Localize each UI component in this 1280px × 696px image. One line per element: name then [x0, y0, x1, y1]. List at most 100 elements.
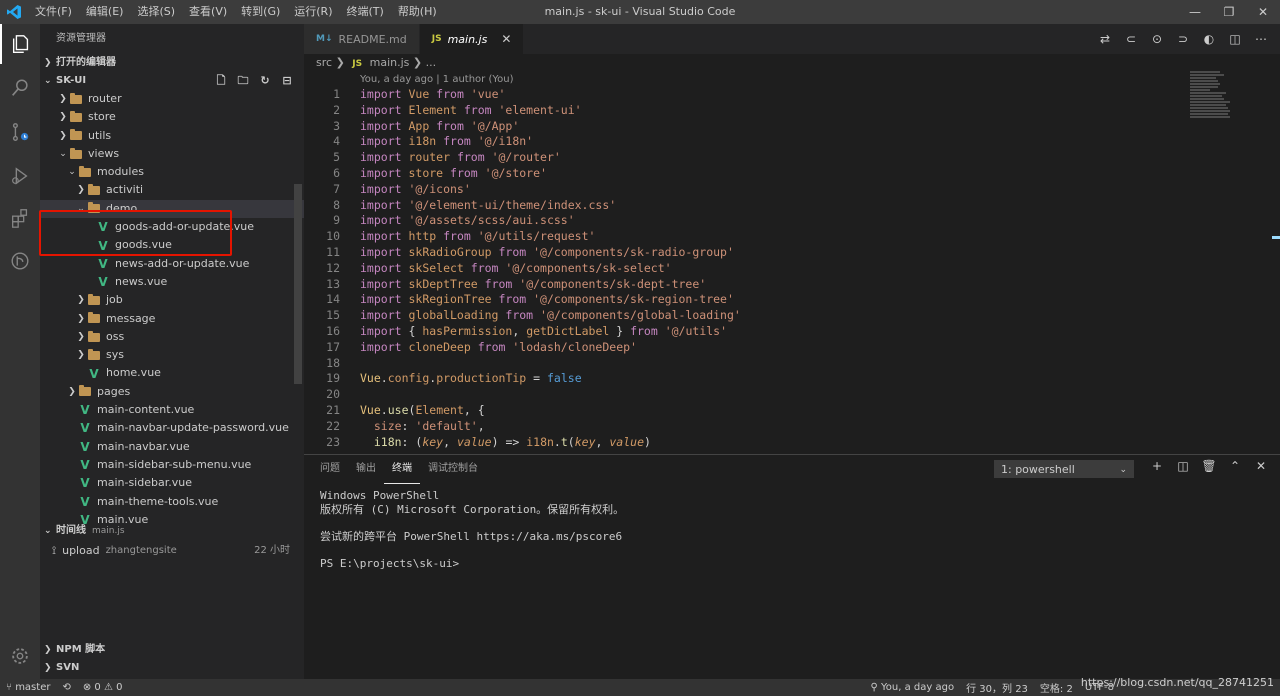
- tree-folder[interactable]: ❯ pages: [40, 383, 304, 401]
- previous-change-icon[interactable]: ⊂: [1118, 32, 1144, 46]
- code-token: config: [387, 371, 430, 386]
- sync-icon[interactable]: ⟲: [56, 682, 76, 693]
- minimap[interactable]: [1190, 70, 1230, 140]
- panel-tab[interactable]: 终端: [384, 455, 420, 484]
- compare-changes-icon[interactable]: ⇄: [1092, 32, 1118, 46]
- blame-status[interactable]: ⚲ You, a day ago: [865, 682, 961, 693]
- menu-item[interactable]: 编辑(E): [79, 0, 131, 24]
- extensions-icon[interactable]: [0, 198, 40, 238]
- code-token: import: [360, 324, 409, 338]
- explorer-icon[interactable]: [0, 24, 40, 64]
- npm-scripts-section[interactable]: ❯ NPM 脚本: [40, 641, 304, 659]
- restore-icon[interactable]: ❐: [1212, 0, 1246, 24]
- panel-tab[interactable]: 调试控制台: [420, 455, 486, 483]
- run-debug-icon[interactable]: [0, 156, 40, 196]
- menu-item[interactable]: 运行(R): [287, 0, 339, 24]
- more-actions-icon[interactable]: ⋯: [1248, 32, 1274, 46]
- tree-folder[interactable]: ❯ utils: [40, 127, 304, 145]
- breadcrumb-symbol[interactable]: ...: [426, 56, 437, 69]
- line-number: 22: [326, 418, 340, 433]
- tree-file[interactable]: Vnews-add-or-update.vue: [40, 255, 304, 273]
- timeline-toggle-icon[interactable]: ◐: [1196, 32, 1222, 46]
- tree-file[interactable]: Vgoods.vue: [40, 236, 304, 254]
- tree-file[interactable]: Vmain-navbar-update-password.vue: [40, 419, 304, 437]
- tree-folder[interactable]: ❯ store: [40, 108, 304, 126]
- menu-item[interactable]: 帮助(H): [391, 0, 444, 24]
- panel-tab[interactable]: 输出: [348, 455, 384, 483]
- tab-readme[interactable]: M↓ README.md: [304, 24, 420, 54]
- folder-shape: [70, 147, 82, 159]
- tree-item-label: home.vue: [106, 366, 161, 380]
- tree-file[interactable]: Vhome.vue: [40, 364, 304, 382]
- code-editor[interactable]: You, a day ago | 1 author (You) 1 import …: [304, 72, 1280, 450]
- split-editor-icon[interactable]: ◫: [1222, 32, 1248, 46]
- tree-file[interactable]: Vmain-theme-tools.vue: [40, 493, 304, 511]
- menu-item[interactable]: 转到(G): [234, 0, 287, 24]
- split-terminal-icon[interactable]: ◫: [1170, 459, 1196, 473]
- git-graph-icon[interactable]: [0, 241, 40, 281]
- menu-item[interactable]: 文件(F): [28, 0, 79, 24]
- new-file-icon[interactable]: 🗋: [210, 72, 232, 90]
- branch-indicator[interactable]: ⑂ master: [0, 682, 56, 693]
- revert-icon[interactable]: ⊙: [1144, 32, 1170, 46]
- code-token: =: [533, 371, 547, 386]
- timeline-entry[interactable]: ⟟ upload zhangtengsite 22 小时: [40, 541, 304, 561]
- indentation[interactable]: 空格: 2: [1034, 680, 1079, 695]
- timeline-section[interactable]: ⌄ 时间线 main.js: [40, 522, 304, 540]
- tree-file[interactable]: Vmain-navbar.vue: [40, 438, 304, 456]
- sidebar-scrollbar[interactable]: [294, 184, 302, 384]
- menu-item[interactable]: 终端(T): [340, 0, 391, 24]
- tree-file[interactable]: Vmain-sidebar.vue: [40, 474, 304, 492]
- tree-folder[interactable]: ❯ activiti: [40, 181, 304, 199]
- panel-tab[interactable]: 问题: [312, 455, 348, 483]
- svn-section[interactable]: ❯ SVN: [40, 659, 304, 677]
- code-token: {: [408, 324, 423, 338]
- project-section[interactable]: ⌄ SK-UI 🗋 🗀 ↻ ⊟: [40, 72, 304, 90]
- code-token: from: [443, 134, 478, 149]
- problems-indicator[interactable]: ⊗ 0 ⚠ 0: [77, 682, 129, 693]
- tree-folder[interactable]: ❯ job: [40, 291, 304, 309]
- new-terminal-icon[interactable]: +: [1144, 459, 1170, 473]
- terminal-output[interactable]: Windows PowerShell 版权所有 (C) Microsoft Cor…: [304, 483, 1280, 576]
- next-change-icon[interactable]: ⊃: [1170, 32, 1196, 46]
- code-token: Element: [415, 403, 464, 417]
- breadcrumb: src ❯ JS main.js ❯ ...: [304, 54, 436, 72]
- kill-terminal-icon[interactable]: 🗑: [1196, 459, 1222, 473]
- breadcrumb-file[interactable]: main.js: [370, 56, 410, 69]
- tree-folder[interactable]: ⌄ demo: [40, 199, 304, 219]
- new-folder-icon[interactable]: 🗀: [232, 72, 254, 90]
- collapse-all-icon[interactable]: ⊟: [276, 72, 298, 90]
- vue-logo-icon: V: [89, 366, 99, 381]
- tree-file[interactable]: Vmain-content.vue: [40, 401, 304, 419]
- open-editors-section[interactable]: ❯ 打开的编辑器: [40, 54, 304, 72]
- tree-folder[interactable]: ⌄ modules: [40, 163, 304, 181]
- tree-folder[interactable]: ❯ router: [40, 90, 304, 108]
- terminal-select[interactable]: 1: powershell ⌄: [994, 460, 1134, 478]
- settings-gear-icon[interactable]: [0, 636, 40, 676]
- chevron-right-icon: ❯: [44, 663, 52, 673]
- line-number: 11: [326, 245, 340, 259]
- tree-folder[interactable]: ❯ message: [40, 310, 304, 328]
- timeline-file: main.js: [92, 526, 125, 536]
- tree-file[interactable]: Vnews.vue: [40, 273, 304, 291]
- tab-main-js[interactable]: JS main.js ✕: [419, 24, 525, 54]
- close-panel-icon[interactable]: ✕: [1248, 459, 1274, 473]
- minimize-icon[interactable]: —: [1178, 0, 1212, 24]
- tree-file[interactable]: Vgoods-add-or-update.vue: [40, 218, 304, 236]
- maximize-panel-icon[interactable]: ⌃: [1222, 459, 1248, 473]
- close-window-icon[interactable]: ✕: [1246, 0, 1280, 24]
- search-icon[interactable]: [0, 68, 40, 108]
- tree-folder[interactable]: ❯ oss: [40, 328, 304, 346]
- tree-folder[interactable]: ⌄ views: [40, 145, 304, 163]
- codelens-blame[interactable]: You, a day ago | 1 author (You): [360, 74, 514, 85]
- tree-folder[interactable]: ❯ sys: [40, 346, 304, 364]
- refresh-icon[interactable]: ↻: [254, 72, 276, 90]
- menu-item[interactable]: 查看(V): [182, 0, 234, 24]
- tree-file[interactable]: Vmain-sidebar-sub-menu.vue: [40, 456, 304, 474]
- code-line: 10 import http from '@/utils/request': [304, 229, 595, 245]
- menu-item[interactable]: 选择(S): [130, 0, 182, 24]
- cursor-position[interactable]: 行 30，列 23: [960, 680, 1034, 695]
- close-tab-icon[interactable]: ✕: [501, 32, 511, 46]
- breadcrumb-folder[interactable]: src: [316, 56, 332, 69]
- source-control-icon[interactable]: [0, 112, 40, 152]
